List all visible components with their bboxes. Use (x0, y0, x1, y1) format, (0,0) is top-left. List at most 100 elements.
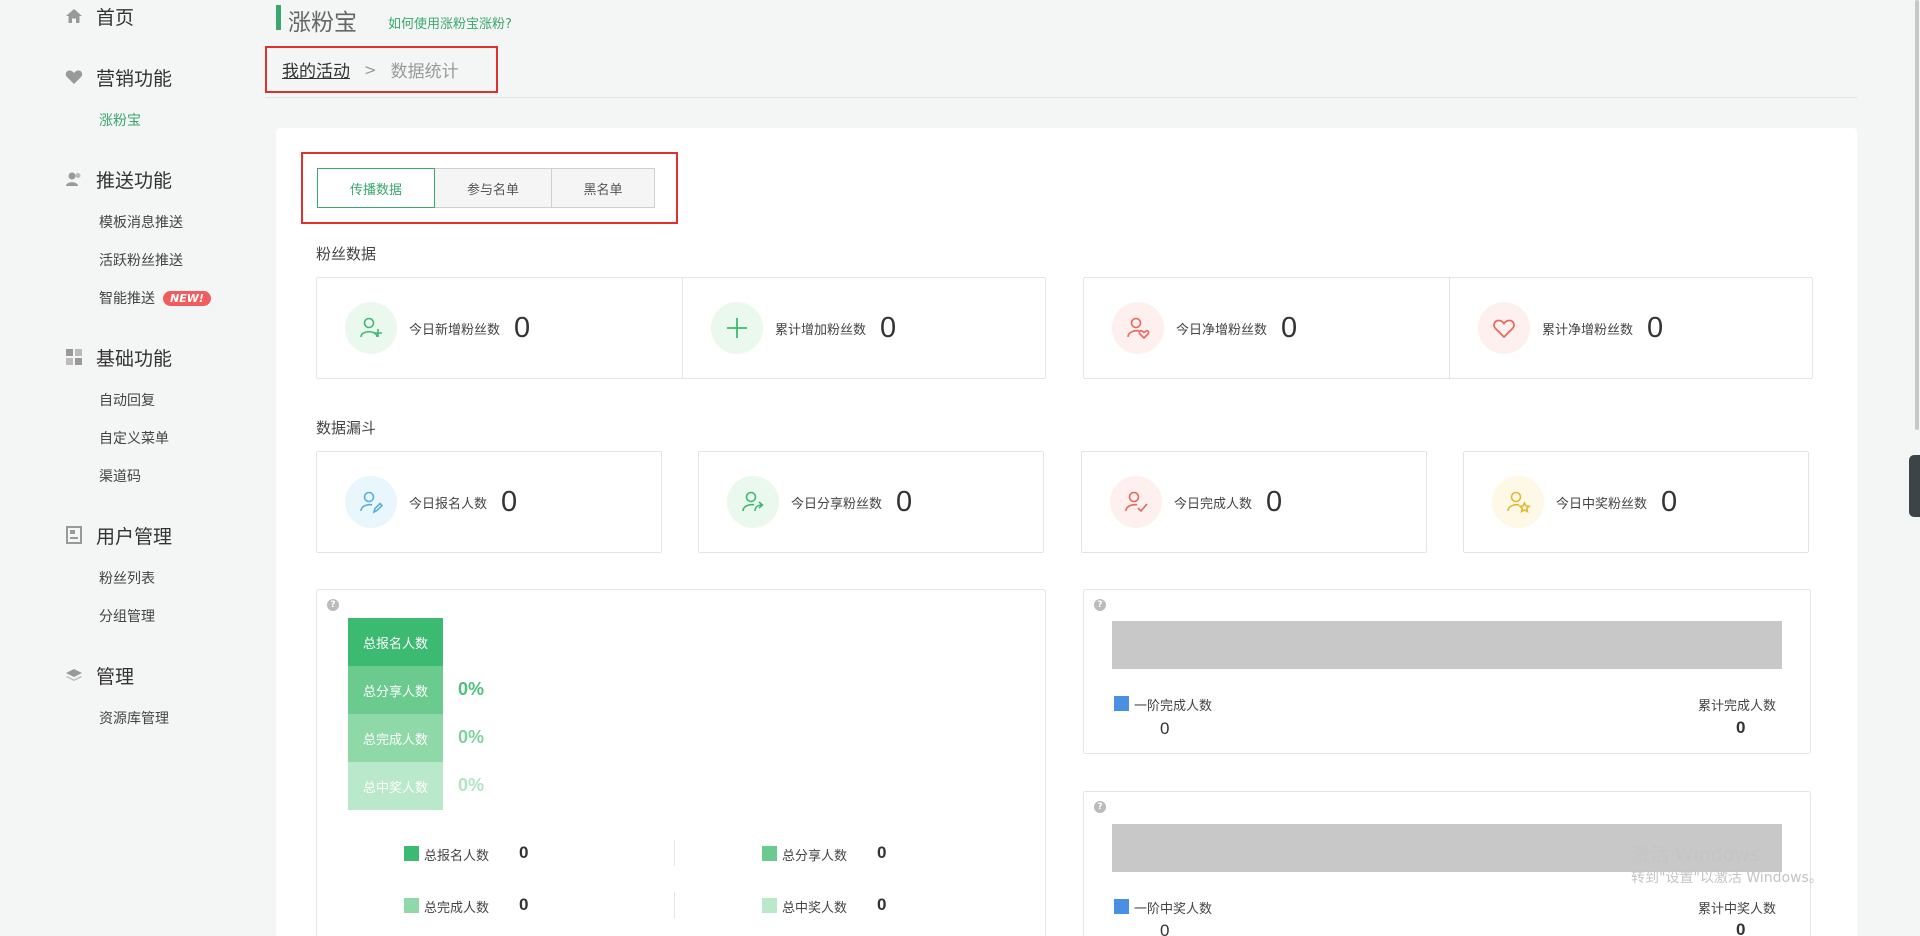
sidebar-item-resource-library[interactable]: 资源库管理 (99, 708, 169, 728)
sidebar-item-template-push[interactable]: 模板消息推送 (99, 212, 183, 232)
legend-label-share: 总分享人数 (782, 849, 848, 864)
stat-value: 0 (880, 311, 897, 344)
user-card-icon (64, 525, 84, 545)
funnel-bar-winner: 总中奖人数 (348, 762, 443, 810)
user-check-icon (1110, 476, 1162, 528)
total-completed-value: 0 (1736, 718, 1746, 737)
stat-cell: 今日分享粉丝数 0 (699, 452, 1043, 552)
legend-swatch-first-stage-winner (1114, 899, 1129, 914)
side-floating-widget[interactable] (1909, 455, 1920, 517)
nav-push-label: 推送功能 (96, 169, 173, 192)
completion-progress-card (1083, 589, 1811, 754)
stat-total-net-fans: 累计净增粉丝数 0 (1449, 278, 1813, 378)
fans-card-right: 今日净增粉丝数 0 累计净增粉丝数 0 (1083, 277, 1813, 379)
user-share-icon (727, 476, 779, 528)
funnel-pct-complete: 0% (458, 727, 485, 747)
legend-label-winner: 总中奖人数 (782, 901, 848, 916)
breadcrumb: 我的活动 > 数据统计 (265, 46, 498, 93)
stat-value: 0 (1661, 485, 1678, 518)
stat-label: 今日净增粉丝数 (1176, 322, 1268, 338)
nav-manage-label: 管理 (96, 665, 135, 688)
breadcrumb-current: 数据统计 (390, 62, 459, 82)
funnel-bar-complete: 总完成人数 (348, 714, 443, 762)
stat-today-net-fans: 今日净增粉丝数 0 (1084, 278, 1449, 378)
fans-card-left: 今日新增粉丝数 0 累计增加粉丝数 0 (316, 277, 1046, 379)
stat-cell: 今日完成人数 0 (1082, 452, 1426, 552)
funnel-bar-signup: 总报名人数 (348, 618, 443, 666)
stat-value: 0 (1266, 485, 1283, 518)
funnel-bar-share: 总分享人数 (348, 666, 443, 714)
stat-label: 今日新增粉丝数 (409, 322, 501, 338)
plus-icon (711, 302, 763, 354)
stat-cell: 今日报名人数 0 (317, 452, 661, 552)
home-icon (64, 6, 84, 26)
first-stage-completed-value: 0 (1160, 719, 1170, 738)
nav-marketing[interactable]: 营销功能 (64, 64, 172, 90)
nav-basic-label: 基础功能 (96, 347, 173, 370)
sidebar-item-active-fans-push[interactable]: 活跃粉丝推送 (99, 250, 183, 270)
page-scrollbar[interactable] (1915, 0, 1919, 430)
stat-value: 0 (1647, 311, 1664, 344)
tab-blacklist[interactable]: 黑名单 (551, 168, 655, 208)
legend-swatch-winner (762, 898, 777, 913)
users-icon (64, 169, 84, 189)
nav-basic[interactable]: 基础功能 (64, 344, 172, 370)
legend-value-complete: 0 (519, 895, 529, 914)
sidebar-item-smart-push[interactable]: 智能推送 NEW! (99, 288, 211, 308)
windows-activation-hint: 转到"设置"以激活 Windows。 (1631, 870, 1823, 886)
smart-push-label: 智能推送 (99, 291, 155, 307)
new-badge: NEW! (163, 291, 211, 306)
tab-participants[interactable]: 参与名单 (434, 168, 552, 208)
legend-swatch-first-stage (1114, 696, 1129, 711)
stat-label: 今日中奖粉丝数 (1556, 496, 1648, 512)
help-question-icon[interactable]: ? (327, 599, 339, 611)
stat-value: 0 (896, 485, 913, 518)
stat-total-added-fans: 累计增加粉丝数 0 (682, 278, 1046, 378)
fans-section-title: 粉丝数据 (316, 245, 377, 263)
stat-value: 0 (1281, 311, 1298, 344)
first-stage-winner-label: 一阶中奖人数 (1134, 902, 1213, 917)
help-question-icon[interactable]: ? (1094, 801, 1106, 813)
heart-icon (64, 67, 84, 87)
completion-progress-bar (1112, 621, 1782, 669)
nav-home[interactable]: 首页 (64, 3, 134, 29)
title-accent-bar (276, 5, 281, 30)
heart-outline-icon (1478, 302, 1530, 354)
nav-users[interactable]: 用户管理 (64, 522, 172, 548)
sidebar-item-custom-menu[interactable]: 自定义菜单 (99, 428, 169, 448)
stat-label: 今日分享粉丝数 (791, 496, 883, 512)
stat-label: 今日报名人数 (409, 496, 488, 512)
first-stage-completed-label: 一阶完成人数 (1134, 699, 1213, 714)
stat-today-completed: 今日完成人数 0 (1081, 451, 1427, 553)
nav-push[interactable]: 推送功能 (64, 166, 172, 192)
windows-activation-title: 激活 Windows (1631, 844, 1760, 866)
legend-divider (674, 840, 675, 866)
total-winner-label: 累计中奖人数 (1698, 902, 1777, 917)
sidebar-item-fans-list[interactable]: 粉丝列表 (99, 568, 155, 588)
nav-marketing-label: 营销功能 (96, 67, 173, 90)
user-add-icon (345, 302, 397, 354)
sidebar-item-zhangfenbao[interactable]: 涨粉宝 (99, 110, 141, 130)
tabs-highlight: 传播数据 参与名单 黑名单 (301, 152, 678, 224)
funnel-pct-winner: 0% (458, 775, 485, 795)
breadcrumb-my-activities[interactable]: 我的活动 (282, 57, 350, 82)
nav-home-label: 首页 (96, 6, 135, 29)
legend-swatch-share (762, 846, 777, 861)
sidebar-item-channel-code[interactable]: 渠道码 (99, 466, 141, 486)
stat-today-signups: 今日报名人数 0 (316, 451, 662, 553)
breadcrumb-separator: > (364, 60, 377, 79)
help-question-icon[interactable]: ? (1094, 599, 1106, 611)
user-heart-icon (1112, 302, 1164, 354)
nav-manage[interactable]: 管理 (64, 662, 134, 688)
legend-label-signup: 总报名人数 (424, 849, 490, 864)
stat-value: 0 (501, 485, 518, 518)
sidebar-item-auto-reply[interactable]: 自动回复 (99, 390, 155, 410)
first-stage-winner-value: 0 (1160, 921, 1170, 936)
stat-label: 今日完成人数 (1174, 496, 1253, 512)
sidebar-item-group-manage[interactable]: 分组管理 (99, 606, 155, 626)
help-link[interactable]: 如何使用涨粉宝涨粉? (388, 13, 512, 32)
sidebar: 首页 营销功能 涨粉宝 推送功能 模板消息推送 活跃粉丝推送 智能推送 NEW! … (0, 0, 250, 936)
funnel-pct-share: 0% (458, 679, 485, 699)
total-winner-value: 0 (1736, 920, 1746, 936)
tab-spread-data[interactable]: 传播数据 (317, 168, 435, 208)
